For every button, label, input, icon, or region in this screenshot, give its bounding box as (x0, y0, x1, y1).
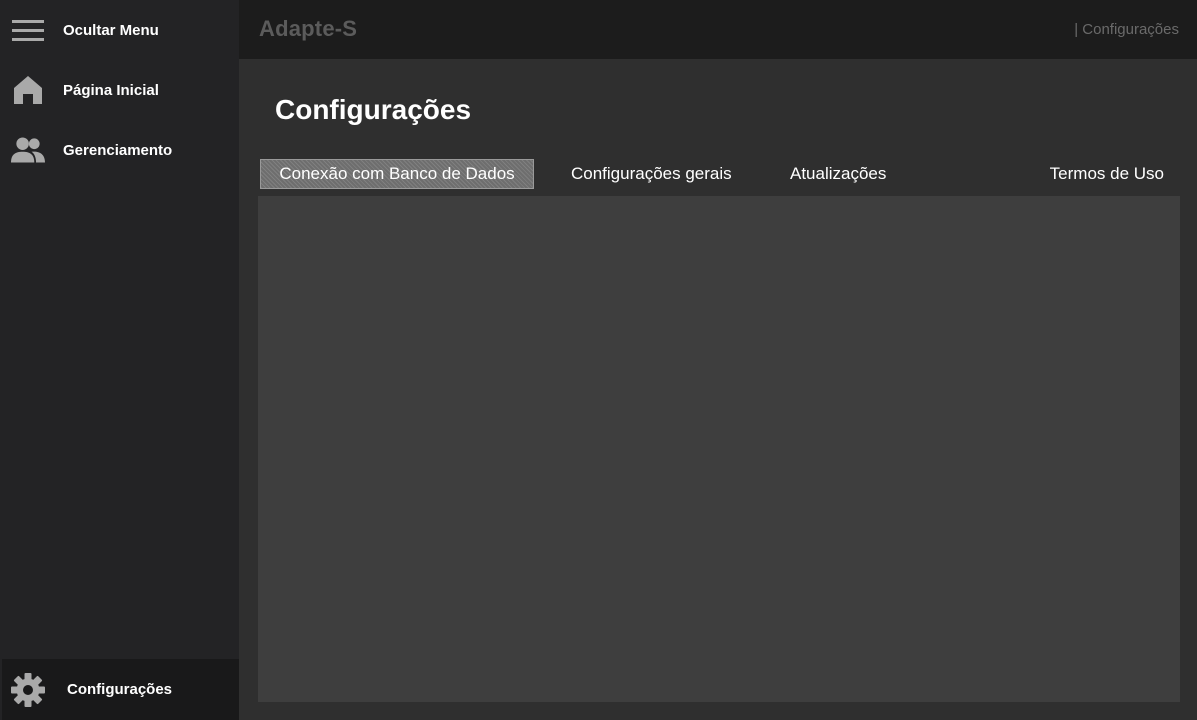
sidebar-item-label: Ocultar Menu (63, 21, 159, 39)
home-icon (11, 73, 45, 107)
breadcrumb: | Configurações (1074, 21, 1179, 38)
page-title: Configurações (275, 94, 472, 125)
sidebar-item-management[interactable]: Gerenciamento (0, 120, 239, 180)
sidebar-item-settings[interactable]: Configurações (2, 659, 239, 720)
tab-database-connection[interactable]: Conexão com Banco de Dados (260, 159, 534, 189)
tab-updates[interactable]: Atualizações (790, 159, 886, 189)
hamburger-menu-icon (11, 13, 45, 47)
sidebar-item-home[interactable]: Página Inicial (0, 60, 239, 120)
app-title: Adapte-S (259, 16, 358, 41)
tab-general-settings[interactable]: Configurações gerais (571, 159, 732, 189)
sidebar: Ocultar Menu Página Inicial Gerenciament… (0, 0, 239, 720)
sidebar-item-label: Gerenciamento (63, 141, 173, 159)
tab-terms-of-use[interactable]: Termos de Uso (1050, 159, 1164, 189)
users-icon (11, 133, 45, 167)
sidebar-item-label: Configurações (67, 681, 173, 698)
tab-content-panel (258, 196, 1180, 702)
header-bar: Adapte-S | Configurações (239, 0, 1197, 59)
sidebar-item-label: Página Inicial (63, 81, 159, 99)
gear-icon (11, 672, 45, 707)
app-window: Ocultar Menu Página Inicial Gerenciament… (0, 0, 1197, 720)
sidebar-item-hide-menu[interactable]: Ocultar Menu (0, 0, 239, 60)
